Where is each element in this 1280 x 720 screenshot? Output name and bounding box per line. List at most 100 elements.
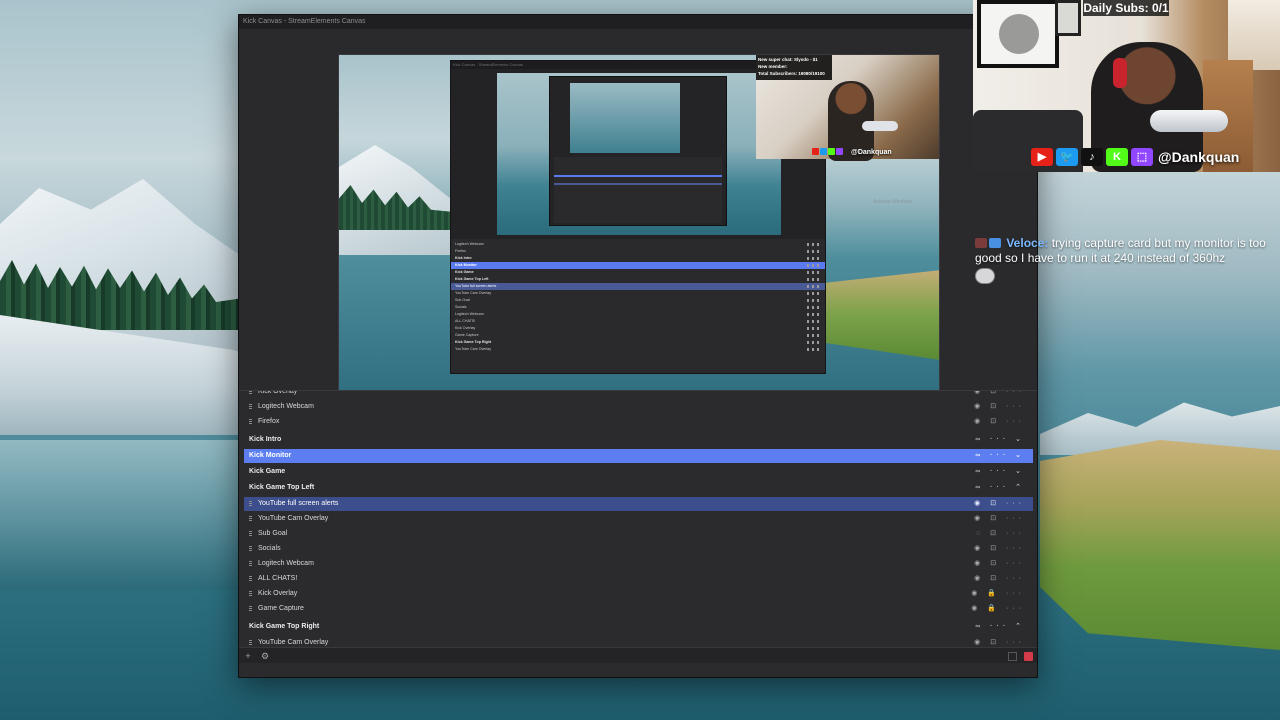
drag-handle-icon[interactable]	[249, 501, 252, 507]
tiktok-icon: ♪	[1081, 148, 1103, 166]
nested-row-controls-icon	[807, 327, 821, 330]
sources-list: Sub Goal ◌ ⊡ ··· YouTube Cam Overlay ◉ ⊡ ··…	[239, 390, 1037, 663]
source-row[interactable]: Logitech Webcam ◉ ⊡ ···	[244, 400, 1033, 414]
drag-handle-icon[interactable]	[249, 591, 252, 597]
scene-group-row[interactable]: Kick Game Top Left ∞ ··· ⌃	[244, 481, 1033, 495]
nested-source-row: Game Capture	[451, 332, 825, 339]
nested-source-label: Kick Game	[455, 270, 474, 274]
nested-source-label: Socials	[455, 305, 467, 309]
nested-source-row: YouTube Cam Overlay	[451, 346, 825, 353]
source-row[interactable]: Logitech Webcam ◉ ⊡ ···	[244, 557, 1033, 571]
drag-handle-icon[interactable]	[249, 404, 252, 410]
row-controls-icon[interactable]: ∞ ··· ⌄	[975, 465, 1025, 479]
drag-handle-icon[interactable]	[249, 516, 252, 522]
nested-source-label: YouTube Cam Overlay	[455, 291, 492, 295]
canvas-app-window: Kick Canvas - StreamElements Canvas Kick…	[238, 14, 1038, 678]
nested-row-controls-icon	[807, 243, 821, 246]
row-controls-icon[interactable]: ◉ ⊡ ···	[974, 415, 1025, 429]
row-controls-icon[interactable]: ∞ ··· ⌃	[975, 620, 1025, 634]
source-row[interactable]: Firefox ◉ ⊡ ···	[244, 415, 1033, 429]
source-label: YouTube full screen alerts	[258, 500, 339, 507]
nested-row-controls-icon	[807, 299, 821, 302]
source-row[interactable]: ALL CHATS! ◉ ⊡ ···	[244, 572, 1033, 586]
scene-group-label: Kick Intro	[249, 436, 282, 443]
row-controls-icon[interactable]: ◉ ⊡ ···	[974, 557, 1025, 571]
nested-source-row: Kick Intro	[451, 255, 825, 262]
nested-source-row: YouTube Cam Overlay	[451, 290, 825, 297]
nested-canvas	[497, 73, 781, 235]
nested-source-row: Kick Game Top Right	[451, 339, 825, 346]
source-label: Logitech Webcam	[258, 403, 314, 410]
alert-line: New super chat: Slysdo - $1	[758, 57, 818, 62]
source-label: Kick Overlay	[258, 390, 298, 395]
drag-handle-icon[interactable]	[249, 391, 252, 395]
scene-group-row[interactable]: Kick Intro ∞ ··· ⌄	[244, 433, 1033, 447]
twitter-icon	[820, 148, 827, 155]
nested-row-controls-icon	[807, 257, 821, 260]
wall-picture-frame-small	[1055, 0, 1081, 36]
daily-subs-counter: Daily Subs: 0/1	[1083, 0, 1169, 16]
drag-handle-icon[interactable]	[249, 561, 252, 567]
row-controls-icon[interactable]: ◉ ⊡ ···	[974, 391, 1025, 399]
nested-source-label: Firefox	[455, 249, 466, 253]
alert-line: Total Subscribers: 19080/19100	[758, 71, 825, 76]
drag-handle-icon[interactable]	[249, 531, 252, 537]
scene-group-label: Kick Game	[249, 468, 286, 475]
row-controls-icon[interactable]: ◉ ⊡ ···	[974, 542, 1025, 556]
source-row[interactable]: Kick Overlay ◉ 🔒 ···	[244, 587, 1033, 601]
nested-source-label: Sub Goal	[455, 298, 470, 302]
drag-handle-icon[interactable]	[249, 419, 252, 425]
twitter-icon: 🐦	[1056, 148, 1078, 166]
crown-badge-icon	[989, 238, 1001, 248]
row-controls-icon[interactable]: ◉ ⊡ ···	[974, 572, 1025, 586]
nested-source-label: Kick Game Top Right	[455, 340, 492, 344]
nested-row-controls-icon	[807, 292, 821, 295]
row-controls-icon[interactable]: ◉ ⊡ ···	[974, 497, 1025, 511]
scene-canvas[interactable]: Kick Canvas - StreamElements Canvas Logi…	[338, 54, 940, 394]
add-source-button[interactable]: +	[243, 651, 253, 661]
source-row[interactable]: Game Capture ◉ 🔒 ···	[244, 602, 1033, 616]
source-row[interactable]: Kick Overlay ◉ ⊡ ···	[244, 390, 1033, 399]
row-controls-icon[interactable]: ∞ ··· ⌄	[975, 433, 1025, 447]
nested-row-controls-icon	[807, 306, 821, 309]
source-label: Logitech Webcam	[258, 560, 314, 567]
nested-row-controls-icon	[807, 285, 821, 288]
nested-source-row: Kick Game Top Left	[451, 276, 825, 283]
activate-windows-watermark: Activate Windows	[873, 199, 913, 205]
nested-sources-list: Logitech Webcam Firefox Kick Intro Kick Mon…	[451, 239, 825, 373]
nested-row-controls-icon	[807, 320, 821, 323]
row-controls-icon[interactable]: ◉ ⊡ ···	[974, 512, 1025, 526]
nested-alert-box: New super chat: Slysdo - $1 New member: …	[756, 55, 832, 80]
scene-group-row[interactable]: Kick Monitor ∞ ··· ⌄	[244, 449, 1033, 463]
canvas-grassland	[819, 270, 939, 360]
drag-handle-icon[interactable]	[249, 606, 252, 612]
row-controls-icon[interactable]: ◌ ⊡ ···	[976, 527, 1025, 541]
source-row[interactable]: Sub Goal ◌ ⊡ ···	[244, 527, 1033, 541]
nested-source-label: YouTube full screen alerts	[455, 284, 497, 288]
source-row[interactable]: YouTube Cam Overlay ◉ ⊡ ···	[244, 512, 1033, 526]
source-row[interactable]: Socials ◉ ⊡ ···	[244, 542, 1033, 556]
layout-button[interactable]	[1008, 652, 1017, 661]
row-controls-icon[interactable]: ◉ ⊡ ···	[974, 400, 1025, 414]
microphone	[1150, 110, 1228, 132]
drag-handle-icon[interactable]	[249, 576, 252, 582]
nested-source-row: Sub Goal	[451, 297, 825, 304]
scene-group-row[interactable]: Kick Game ∞ ··· ⌄	[244, 465, 1033, 479]
row-controls-icon[interactable]: ∞ ··· ⌃	[975, 481, 1025, 495]
nested-source-row: Logitech Webcam	[451, 311, 825, 318]
drag-handle-icon[interactable]	[249, 546, 252, 552]
nested-source-row: YouTube full screen alerts	[451, 283, 825, 290]
nested-source-row: Kick Overlay	[451, 325, 825, 332]
nested-source-label: Game Capture	[455, 333, 479, 337]
row-controls-icon[interactable]: ◉ 🔒 ···	[971, 602, 1025, 616]
scene-group-row[interactable]: Kick Game Top Right ∞ ··· ⌃	[244, 620, 1033, 634]
drag-handle-icon[interactable]	[249, 640, 252, 646]
record-button[interactable]	[1024, 652, 1033, 661]
source-row[interactable]: YouTube full screen alerts ◉ ⊡ ···	[244, 497, 1033, 511]
nested-handle: @Dankquan	[851, 149, 892, 156]
nested-source-row: Kick Monitor	[451, 262, 825, 269]
window-title[interactable]: Kick Canvas - StreamElements Canvas	[239, 15, 1037, 29]
row-controls-icon[interactable]: ◉ 🔒 ···	[971, 587, 1025, 601]
row-controls-icon[interactable]: ∞ ··· ⌄	[975, 449, 1025, 463]
settings-icon[interactable]: ⚙	[260, 651, 270, 661]
